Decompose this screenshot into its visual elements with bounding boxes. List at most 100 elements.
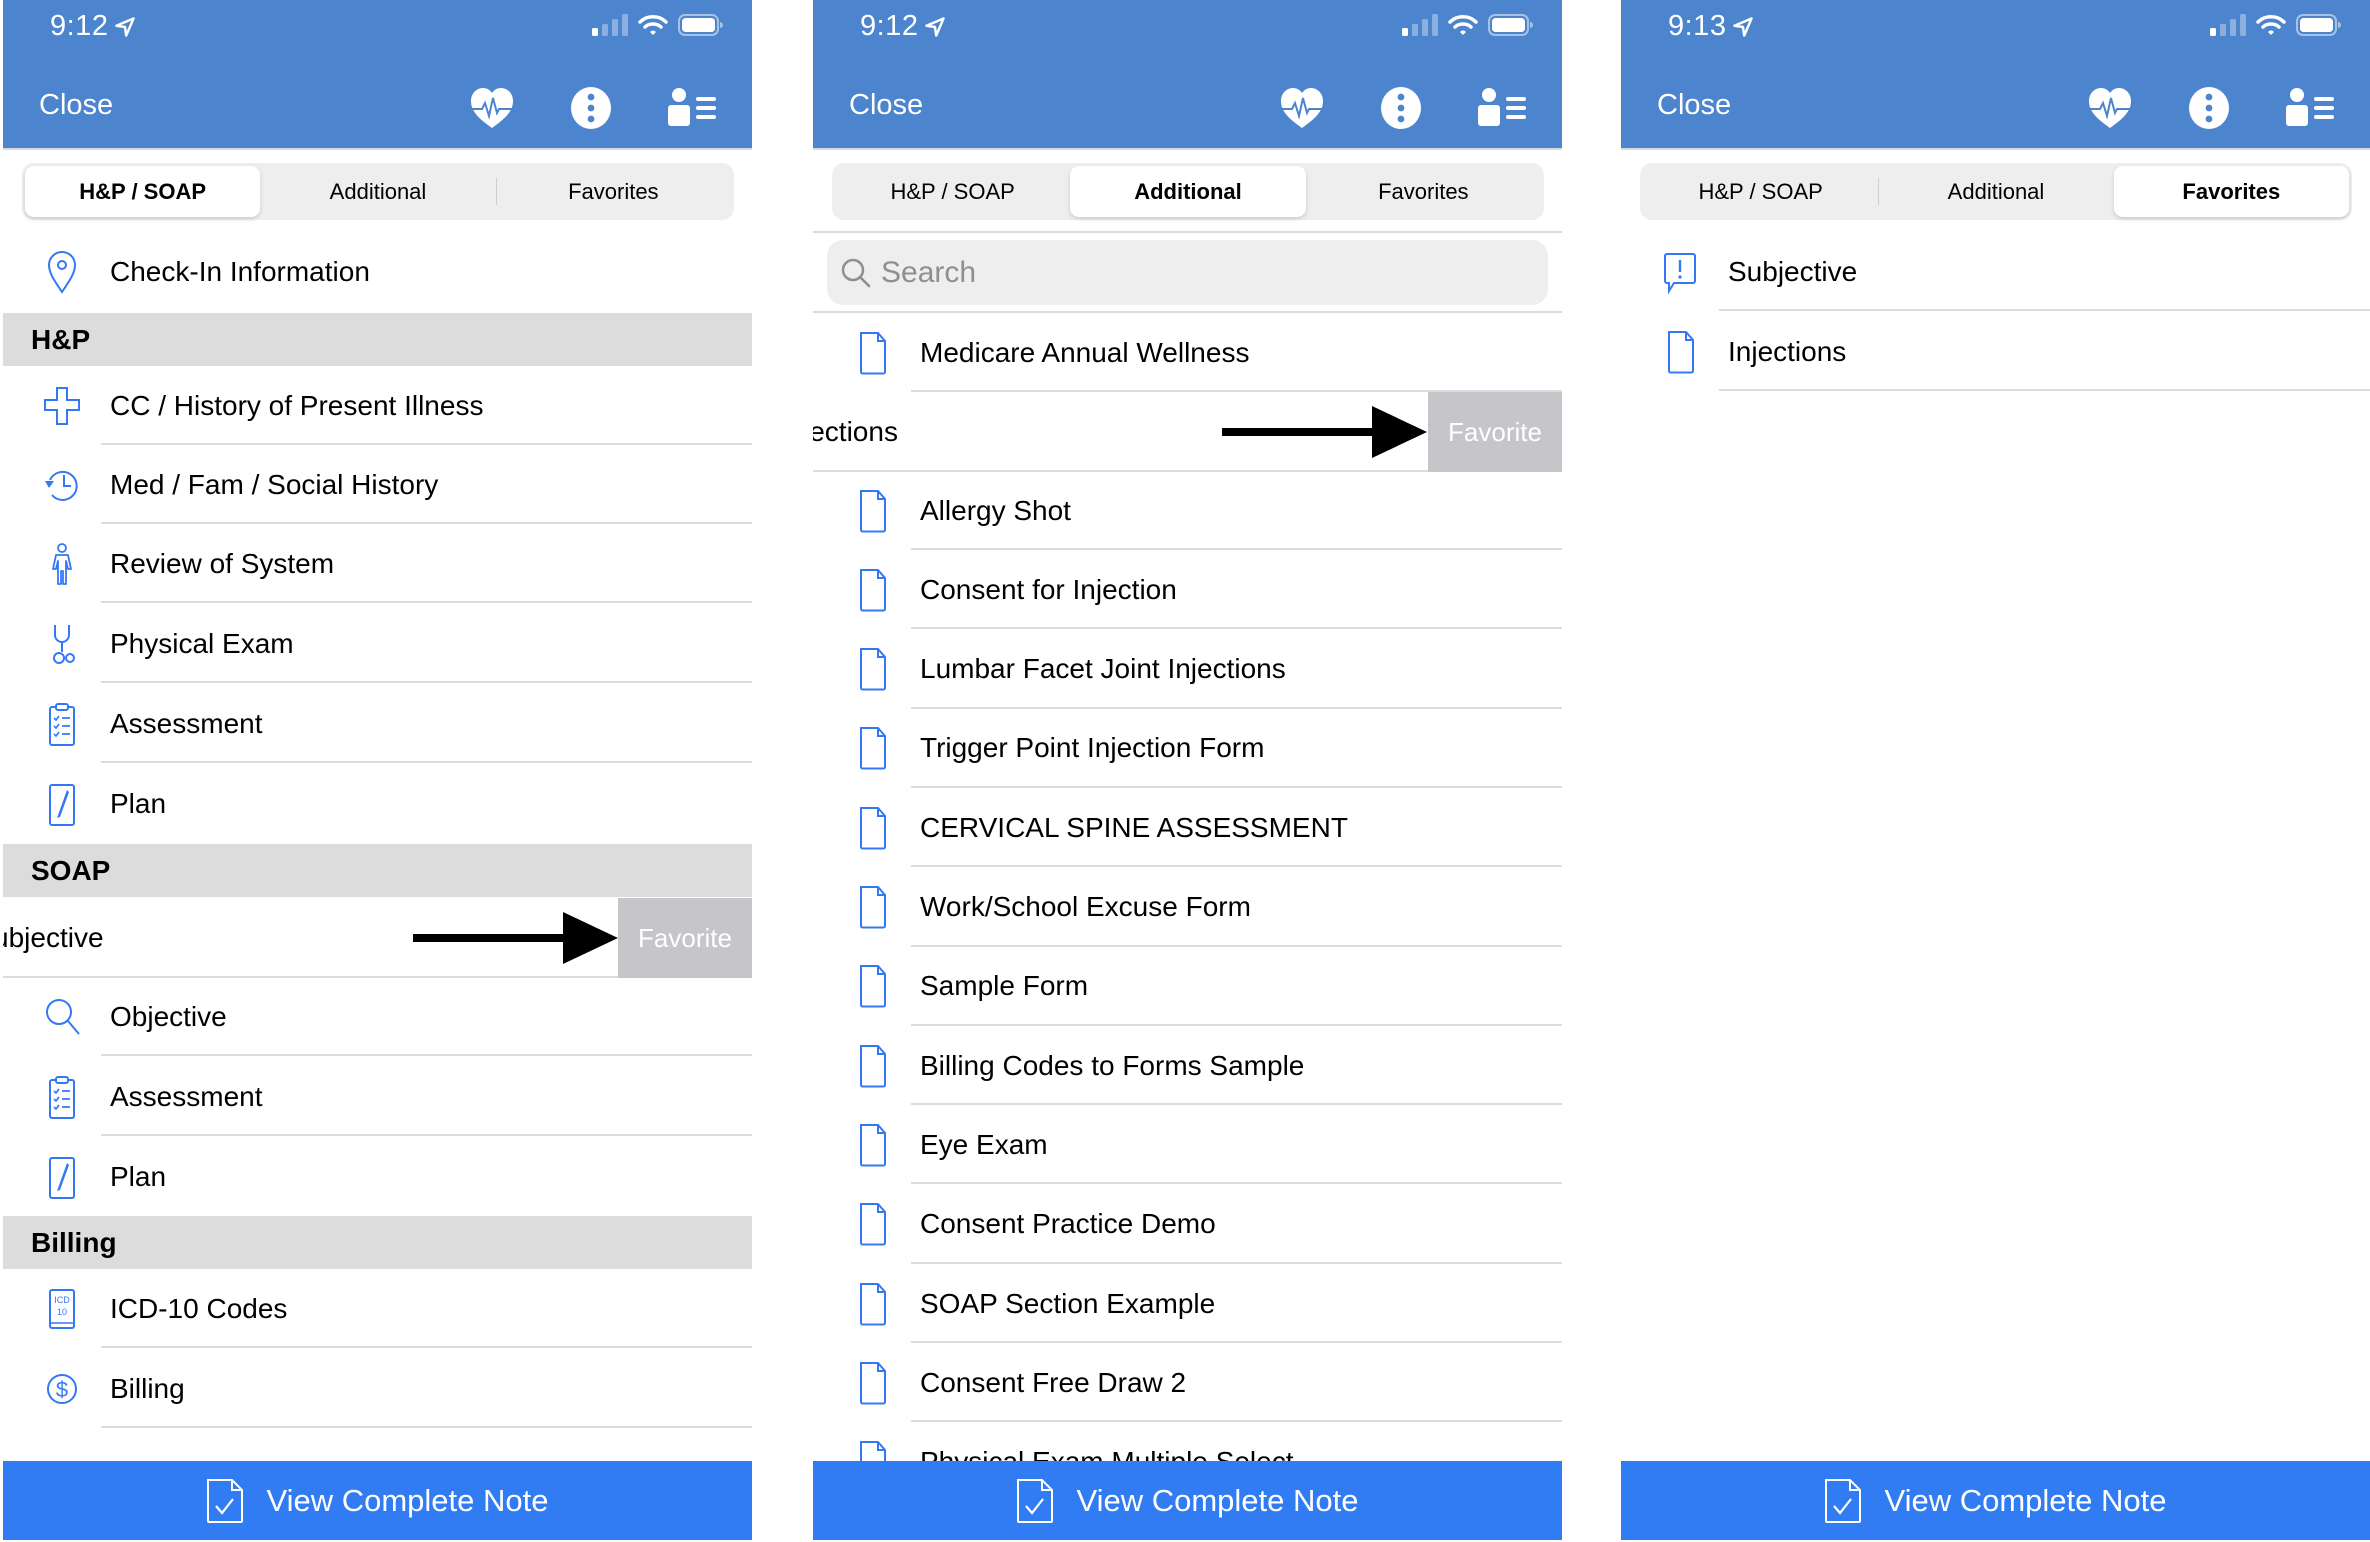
segmented-tabs: H&P / SOAP Additional Favorites (22, 163, 734, 220)
list-item-form[interactable]: Eye Exam (813, 1105, 1562, 1185)
document-icon (850, 805, 894, 851)
favorite-item-injections[interactable]: Injections (1621, 312, 2370, 391)
list-item-form[interactable]: Medicare Annual Wellness (813, 313, 1562, 392)
view-complete-note-button[interactable]: View Complete Note (1621, 1461, 2370, 1540)
list-item-form[interactable]: Billing Codes to Forms Sample (813, 1026, 1562, 1106)
tab-hp-soap[interactable]: H&P / SOAP (1643, 166, 1878, 217)
list-item-label: Med / Fam / Social History (110, 468, 439, 500)
favorite-action-button[interactable]: Favorite (1428, 392, 1562, 472)
svg-text:ICD: ICD (54, 1295, 70, 1305)
heart-pulse-icon[interactable] (1278, 84, 1326, 132)
list-item-label: Billing (110, 1372, 185, 1404)
status-time: 9:13 (1668, 10, 1754, 43)
list-item-med-fam-social[interactable]: Med / Fam / Social History (3, 445, 752, 524)
annotation-arrow-icon (1222, 406, 1427, 458)
location-pin-icon (40, 249, 84, 295)
list-item-form[interactable]: Trigger Point Injection Form (813, 709, 1562, 788)
list-item-injections-swiped[interactable]: jections Favorite (813, 392, 1562, 472)
list-item-label: Billing Codes to Forms Sample (920, 1049, 1305, 1081)
list-item-icd10[interactable]: ICD 10 ICD-10 Codes (3, 1269, 752, 1348)
list-item-physical-exam[interactable]: Physical Exam (3, 604, 752, 683)
location-arrow-icon (1732, 16, 1754, 38)
status-icons (2210, 14, 2342, 36)
tab-favorites[interactable]: Favorites (495, 166, 731, 217)
list-item-label: Physical Exam (110, 627, 294, 659)
list-item-form[interactable]: SOAP Section Example (813, 1264, 1562, 1343)
more-vertical-icon[interactable] (1377, 84, 1425, 132)
list-item-plan[interactable]: Plan (3, 764, 752, 843)
document-icon (850, 884, 894, 930)
more-vertical-icon[interactable] (2185, 84, 2233, 132)
list-item-label: Consent for Injection (920, 573, 1177, 605)
heart-pulse-icon[interactable] (2086, 84, 2134, 132)
patient-list-icon[interactable] (665, 84, 719, 132)
panel-favorites: 9:13 Close H&P / SOAP Additional Favorit… (1621, 0, 2370, 1542)
battery-icon (1488, 14, 1534, 36)
tab-hp-soap[interactable]: H&P / SOAP (835, 166, 1070, 217)
list-item-review-of-system[interactable]: Review of System (3, 524, 752, 603)
status-icons (1402, 14, 1534, 36)
tab-additional[interactable]: Additional (1070, 166, 1306, 217)
clipboard-checklist-icon (40, 1074, 84, 1120)
close-button[interactable]: Close (1657, 89, 1731, 122)
list-item-check-in[interactable]: Check-In Information (3, 232, 752, 311)
list-item-label: Check-In Information (110, 255, 370, 287)
tab-favorites[interactable]: Favorites (1306, 166, 1541, 217)
list-item-assessment-soap[interactable]: Assessment (3, 1057, 752, 1136)
list-item-form[interactable]: Lumbar Facet Joint Injections (813, 630, 1562, 709)
list-item-label: jections (813, 416, 898, 447)
search-field[interactable] (827, 240, 1548, 305)
wifi-icon (1448, 14, 1478, 36)
list-item-form[interactable]: Allergy Shot (813, 471, 1562, 550)
list-item-billing[interactable]: $ Billing (3, 1349, 752, 1428)
list-item-form[interactable]: Consent Practice Demo (813, 1185, 1562, 1264)
row-separator (101, 761, 752, 763)
clipboard-checklist-icon (40, 701, 84, 747)
list-item-assessment[interactable]: Assessment (3, 684, 752, 763)
list-item-label: Eye Exam (920, 1128, 1048, 1160)
list-item-form[interactable]: Sample Form (813, 947, 1562, 1026)
list-item-form[interactable]: Consent Free Draw 2 (813, 1343, 1562, 1423)
segmented-tabs: H&P / SOAP Additional Favorites (832, 163, 1544, 220)
list-item-plan-soap[interactable]: Plan (3, 1137, 752, 1216)
tab-additional[interactable]: Additional (260, 166, 495, 217)
list-item-label: Sample Form (920, 970, 1089, 1002)
list-item-label: Lumbar Facet Joint Injections (920, 653, 1286, 685)
list-item-label: Work/School Excuse Form (920, 891, 1251, 922)
list-item-objective[interactable]: Objective (3, 977, 752, 1056)
status-icons (592, 14, 724, 36)
close-button[interactable]: Close (39, 89, 113, 122)
location-arrow-icon (114, 16, 136, 38)
row-separator (1719, 389, 2370, 391)
patient-list-icon[interactable] (2283, 84, 2337, 132)
favorite-action-button[interactable]: Favorite (618, 898, 752, 978)
heart-pulse-icon[interactable] (468, 84, 516, 132)
search-input[interactable] (881, 255, 1481, 290)
tab-additional[interactable]: Additional (1878, 166, 2113, 217)
list-item-label: CERVICAL SPINE ASSESSMENT (920, 811, 1348, 843)
list-item-form[interactable]: Work/School Excuse Form (813, 868, 1562, 947)
document-icon (850, 567, 894, 613)
patient-list-icon[interactable] (1475, 84, 1529, 132)
note-check-icon (206, 1478, 244, 1524)
list-item-label: ubjective (3, 922, 104, 953)
list-item-cc-hpi[interactable]: CC / History of Present Illness (3, 366, 752, 445)
location-arrow-icon (924, 16, 946, 38)
wifi-icon (2256, 14, 2286, 36)
list-item-label: Medicare Annual Wellness (920, 336, 1250, 368)
more-vertical-icon[interactable] (567, 84, 615, 132)
tab-favorites[interactable]: Favorites (2113, 166, 2349, 217)
alert-speech-bubble-icon (1658, 249, 1702, 295)
list-item-label: CC / History of Present Illness (110, 389, 484, 421)
tab-hp-soap[interactable]: H&P / SOAP (25, 166, 261, 217)
view-complete-note-button[interactable]: View Complete Note (813, 1461, 1562, 1540)
magnifier-icon (40, 994, 84, 1040)
list-item-subjective-swiped[interactable]: ubjective Favorite (3, 898, 752, 978)
row-separator (101, 1346, 752, 1348)
list-item-form[interactable]: CERVICAL SPINE ASSESSMENT (813, 788, 1562, 868)
view-complete-note-button[interactable]: View Complete Note (3, 1461, 752, 1540)
list-item-form[interactable]: Consent for Injection (813, 550, 1562, 630)
favorite-item-subjective[interactable]: Subjective (1621, 232, 2370, 311)
close-button[interactable]: Close (849, 89, 923, 122)
svg-text:$: $ (56, 1377, 68, 1402)
